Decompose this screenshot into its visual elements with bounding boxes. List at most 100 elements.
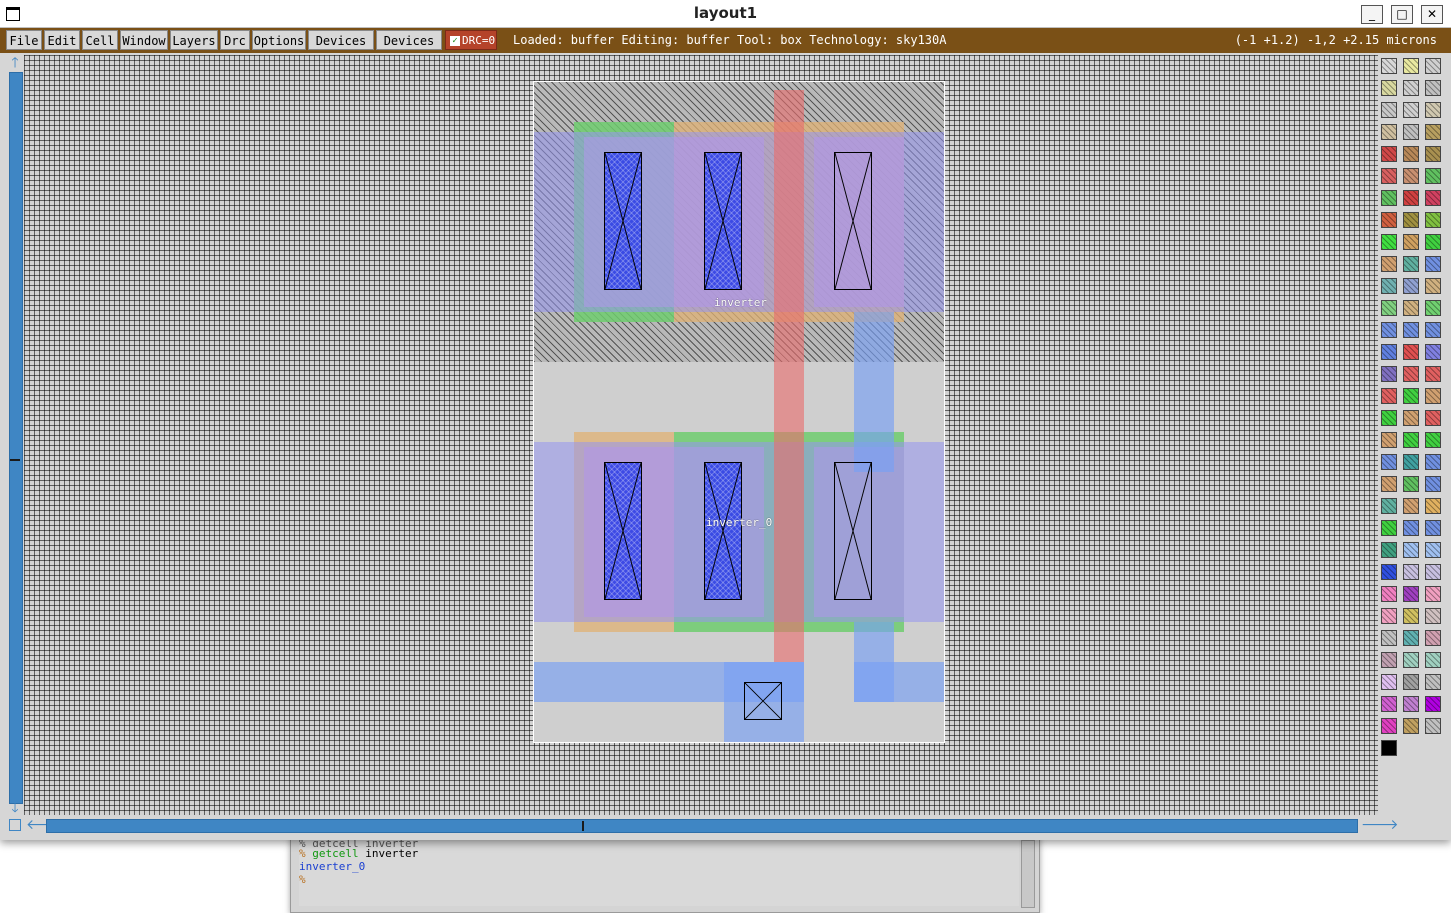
layer-swatch[interactable] <box>1425 124 1441 140</box>
layer-swatch[interactable] <box>1425 608 1441 624</box>
close-button[interactable]: ✕ <box>1421 5 1443 24</box>
layer-swatch[interactable] <box>1425 674 1441 690</box>
layer-swatch[interactable] <box>1425 234 1441 250</box>
layer-swatch[interactable] <box>1381 388 1397 404</box>
layer-swatch[interactable] <box>1381 212 1397 228</box>
layer-swatch[interactable] <box>1425 300 1441 316</box>
layer-swatch[interactable] <box>1425 652 1441 668</box>
layer-swatch[interactable] <box>1403 322 1419 338</box>
layer-swatch[interactable] <box>1381 696 1397 712</box>
layer-swatch[interactable] <box>1381 322 1397 338</box>
layer-swatch[interactable] <box>1403 278 1419 294</box>
layer-swatch[interactable] <box>1425 58 1441 74</box>
layer-swatch[interactable] <box>1425 564 1441 580</box>
layer-swatch[interactable] <box>1425 168 1441 184</box>
layer-swatch[interactable] <box>1381 652 1397 668</box>
layer-swatch[interactable] <box>1403 190 1419 206</box>
layer-swatch[interactable] <box>1403 586 1419 602</box>
layer-swatch[interactable] <box>1425 212 1441 228</box>
layer-swatch[interactable] <box>1403 344 1419 360</box>
layer-swatch[interactable] <box>1425 102 1441 118</box>
minimize-button[interactable]: _ <box>1361 5 1383 24</box>
menu-layers[interactable]: Layers <box>170 30 218 50</box>
layer-swatch[interactable] <box>1403 168 1419 184</box>
scroll-right-arrow[interactable]: 🡒 <box>1361 818 1399 832</box>
menu-devices-1[interactable]: Devices 1 <box>308 30 374 68</box>
layer-swatch[interactable] <box>1381 454 1397 470</box>
layer-swatch[interactable] <box>1425 278 1441 294</box>
layer-swatch[interactable] <box>1381 674 1397 690</box>
horizontal-scroll-thumb[interactable] <box>582 821 584 831</box>
layer-swatch[interactable] <box>1381 498 1397 514</box>
drc-toggle[interactable]: ✓ DRC=0 <box>445 30 497 50</box>
layer-swatch[interactable] <box>1425 696 1441 712</box>
layer-swatch[interactable] <box>1425 146 1441 162</box>
layer-swatch[interactable] <box>1381 234 1397 250</box>
layer-swatch[interactable] <box>1403 630 1419 646</box>
layer-palette[interactable] <box>1378 55 1448 815</box>
layer-swatch[interactable] <box>1403 608 1419 624</box>
layer-swatch[interactable] <box>1425 322 1441 338</box>
scroll-up-arrow[interactable]: 🡑 <box>8 56 22 70</box>
layer-swatch[interactable] <box>1381 740 1397 756</box>
layer-swatch[interactable] <box>1403 718 1419 734</box>
layer-swatch[interactable] <box>1403 476 1419 492</box>
layer-swatch[interactable] <box>1381 520 1397 536</box>
layer-swatch[interactable] <box>1381 58 1397 74</box>
layer-swatch[interactable] <box>1403 234 1419 250</box>
layer-swatch[interactable] <box>1403 366 1419 382</box>
layer-swatch[interactable] <box>1381 146 1397 162</box>
layer-swatch[interactable] <box>1403 432 1419 448</box>
layer-swatch[interactable] <box>1403 564 1419 580</box>
layer-swatch[interactable] <box>1381 586 1397 602</box>
layer-swatch[interactable] <box>1425 388 1441 404</box>
layer-swatch[interactable] <box>1381 102 1397 118</box>
menu-window[interactable]: Window <box>120 30 168 50</box>
layer-swatch[interactable] <box>1381 124 1397 140</box>
maximize-button[interactable]: □ <box>1391 5 1413 24</box>
layer-swatch[interactable] <box>1381 168 1397 184</box>
horizontal-scrollbar[interactable]: 🡐 🡒 <box>6 816 1399 836</box>
menu-cell[interactable]: Cell <box>82 30 118 50</box>
layer-swatch[interactable] <box>1425 410 1441 426</box>
layer-swatch[interactable] <box>1381 476 1397 492</box>
layer-swatch[interactable] <box>1403 388 1419 404</box>
layer-swatch[interactable] <box>1381 366 1397 382</box>
layer-swatch[interactable] <box>1425 366 1441 382</box>
layer-swatch[interactable] <box>1425 432 1441 448</box>
layer-swatch[interactable] <box>1403 300 1419 316</box>
vertical-scroll-thumb[interactable] <box>10 459 20 461</box>
layer-swatch[interactable] <box>1403 146 1419 162</box>
layer-swatch[interactable] <box>1381 278 1397 294</box>
console-scrollbar[interactable] <box>1021 840 1035 908</box>
layer-swatch[interactable] <box>1381 410 1397 426</box>
menu-drc[interactable]: Drc <box>220 30 250 50</box>
layer-swatch[interactable] <box>1403 674 1419 690</box>
layer-swatch[interactable] <box>1403 410 1419 426</box>
layer-swatch[interactable] <box>1425 498 1441 514</box>
menu-edit[interactable]: Edit <box>44 30 80 50</box>
layer-swatch[interactable] <box>1403 80 1419 96</box>
layer-swatch[interactable] <box>1425 190 1441 206</box>
console-output[interactable]: % getcell inverter % getcell inverter in… <box>299 837 1019 906</box>
layer-swatch[interactable] <box>1381 300 1397 316</box>
menu-file[interactable]: File <box>6 30 42 50</box>
layer-swatch[interactable] <box>1381 432 1397 448</box>
layer-swatch[interactable] <box>1381 190 1397 206</box>
layer-swatch[interactable] <box>1381 718 1397 734</box>
layer-swatch[interactable] <box>1381 344 1397 360</box>
layer-swatch[interactable] <box>1425 520 1441 536</box>
layer-swatch[interactable] <box>1381 542 1397 558</box>
scroll-left-arrow[interactable]: 🡐 <box>26 818 64 832</box>
layer-swatch[interactable] <box>1425 476 1441 492</box>
layer-swatch[interactable] <box>1381 630 1397 646</box>
vertical-scroll-track[interactable] <box>9 72 23 804</box>
scroll-down-arrow[interactable]: 🡓 <box>8 801 22 815</box>
layout-canvas[interactable]: inverter inverter_0 <box>24 55 1378 815</box>
zoom-box-icon[interactable] <box>9 819 21 831</box>
layer-swatch[interactable] <box>1403 696 1419 712</box>
layer-swatch[interactable] <box>1381 80 1397 96</box>
layer-swatch[interactable] <box>1381 608 1397 624</box>
layer-swatch[interactable] <box>1425 454 1441 470</box>
menu-devices-2[interactable]: Devices 2 <box>376 30 442 68</box>
